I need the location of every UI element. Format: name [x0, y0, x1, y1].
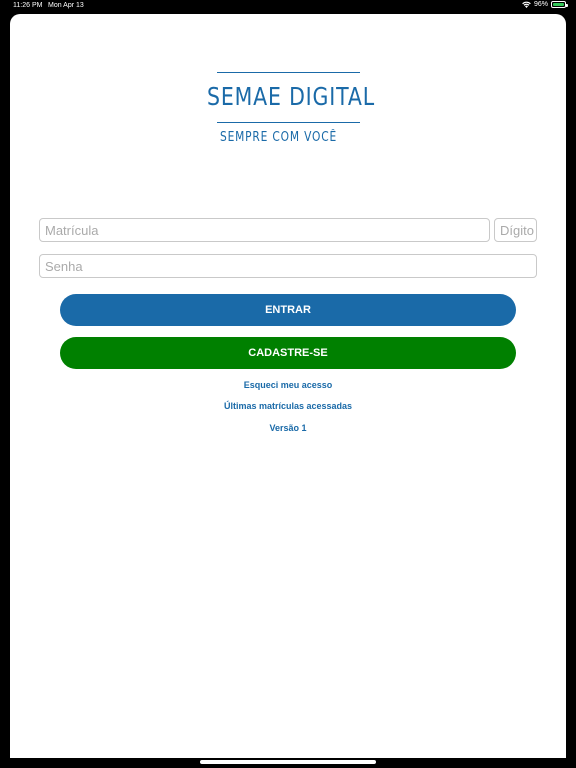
- home-indicator[interactable]: [200, 760, 376, 764]
- battery-icon: [551, 1, 568, 8]
- logo-bottom-rule: [217, 122, 360, 123]
- battery-tip: [566, 4, 568, 7]
- battery-fill: [553, 3, 564, 6]
- recent-matriculas-link[interactable]: Últimas matrículas acessadas: [10, 401, 566, 411]
- logo-tagline: SEMPRE COM VOCÊ: [220, 130, 338, 145]
- wifi-icon: [522, 1, 531, 8]
- logo-wordmark: SEMAE DIGITAL: [207, 82, 375, 111]
- status-indicators: 96%: [522, 1, 568, 8]
- entrar-button[interactable]: ENTRAR: [60, 294, 516, 326]
- status-date: Mon Apr 13: [48, 2, 84, 9]
- cadastre-se-button[interactable]: CADASTRE-SE: [60, 337, 516, 369]
- status-bar: 11:26 PM Mon Apr 13 96%: [0, 0, 576, 12]
- logo-top-rule: [217, 72, 360, 73]
- status-time: 11:26 PM: [13, 2, 43, 9]
- battery-percent: 96%: [533, 1, 548, 8]
- forgot-access-link[interactable]: Esqueci meu acesso: [10, 380, 566, 390]
- version-label: Versão 1: [269, 423, 307, 433]
- matricula-input[interactable]: [39, 218, 490, 242]
- senha-input[interactable]: [39, 254, 537, 278]
- login-sheet: SEMAE DIGITAL SEMPRE COM VOCÊ ENTRAR CAD…: [10, 14, 566, 758]
- digito-input[interactable]: [494, 218, 537, 242]
